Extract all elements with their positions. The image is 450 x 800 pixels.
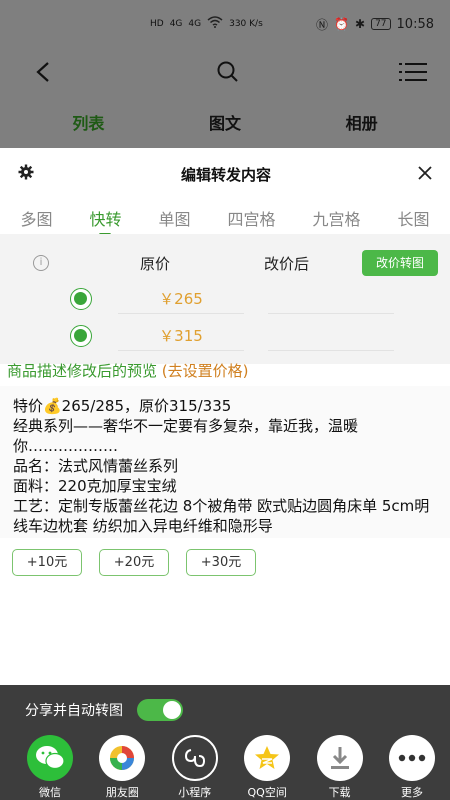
price-panel: i 原价 改价后 改价转图 ￥265 ￥315 bbox=[0, 234, 450, 364]
dimmed-background-app: HD 4G 4G 330 K/s Ⓝ ⏰ ✱ 77 10:58 列表 图文 相册 bbox=[0, 0, 450, 148]
share-more[interactable]: 更多 bbox=[382, 735, 442, 800]
share-label: 微信 bbox=[39, 786, 61, 799]
tab-list[interactable]: 列表 bbox=[72, 110, 104, 134]
description-line: 经典系列——奢华不一定要有多复杂，靠近我，温暖你……………… bbox=[13, 417, 359, 455]
share-moments[interactable]: 朋友圈 bbox=[92, 735, 152, 800]
share-targets: 微信 朋友圈 小程序 QQ空间 下载 更多 bbox=[0, 735, 450, 800]
signal-label-1: 4G bbox=[169, 19, 183, 29]
download-icon bbox=[316, 735, 363, 781]
convert-price-button[interactable]: 改价转图 bbox=[362, 250, 438, 276]
status-right: Ⓝ ⏰ ✱ 77 10:58 bbox=[316, 16, 434, 33]
tab-image-text[interactable]: 图文 bbox=[209, 110, 241, 134]
alarm-icon: ⏰ bbox=[334, 17, 350, 31]
tab-four-grid[interactable]: 四宫格 bbox=[227, 200, 275, 230]
add-price-buttons: +10元 +20元 +30元 bbox=[12, 549, 256, 576]
price-row-radio[interactable] bbox=[70, 325, 92, 347]
description-line: 工艺：定制专版蕾丝花边 8个被角带 欧式贴边圆角床单 5cm明线车边枕套 纺织加… bbox=[13, 497, 430, 535]
new-price-input[interactable] bbox=[268, 284, 394, 314]
share-bar: 分享并自动转图 微信 朋友圈 小程序 QQ空间 下载 更多 bbox=[0, 685, 450, 800]
wechat-icon bbox=[27, 735, 73, 781]
sheet-title: 编辑转发内容 bbox=[180, 165, 271, 184]
info-icon[interactable]: i bbox=[33, 255, 49, 271]
tab-multi-image[interactable]: 多图 bbox=[20, 200, 52, 230]
share-label: 小程序 bbox=[178, 786, 212, 799]
tab-album[interactable]: 相册 bbox=[346, 110, 378, 134]
close-icon[interactable] bbox=[418, 165, 432, 184]
edit-forward-sheet: 编辑转发内容 多图 快转 单图 四宫格 九宫格 长图 i 原价 改价后 改价转图… bbox=[0, 148, 450, 685]
more-icon bbox=[388, 735, 435, 781]
description-line: 品名：法式风情蕾丝系列 bbox=[13, 457, 179, 475]
description-line: 特价💰265/285，原价315/335 bbox=[13, 397, 232, 415]
back-arrow-icon[interactable] bbox=[28, 57, 58, 87]
status-left: HD 4G 4G 330 K/s bbox=[150, 16, 263, 32]
sheet-header: 编辑转发内容 bbox=[0, 148, 450, 200]
new-price-header: 改价后 bbox=[264, 255, 310, 273]
qzone-icon bbox=[244, 735, 291, 781]
tab-single-image[interactable]: 单图 bbox=[158, 200, 190, 230]
tab-nine-grid[interactable]: 九宫格 bbox=[312, 200, 360, 230]
net-speed: 330 K/s bbox=[229, 19, 263, 29]
share-label: 下载 bbox=[328, 786, 351, 799]
wifi-icon bbox=[207, 16, 223, 32]
search-icon[interactable] bbox=[213, 57, 243, 87]
auto-convert-row: 分享并自动转图 bbox=[25, 699, 183, 721]
miniprogram-icon bbox=[171, 735, 218, 781]
list-menu-icon[interactable] bbox=[398, 57, 428, 87]
share-qzone[interactable]: QQ空间 bbox=[237, 735, 297, 800]
settings-gear-icon[interactable] bbox=[18, 164, 34, 184]
share-miniprogram[interactable]: 小程序 bbox=[165, 735, 225, 800]
share-wechat[interactable]: 微信 bbox=[20, 735, 80, 800]
preview-line: 商品描述修改后的预览 (去设置价格) bbox=[7, 360, 249, 381]
original-price-header: 原价 bbox=[140, 255, 171, 273]
share-label: 朋友圈 bbox=[105, 786, 139, 799]
status-bar: HD 4G 4G 330 K/s Ⓝ ⏰ ✱ 77 10:58 bbox=[0, 0, 450, 48]
original-price-value: ￥315 bbox=[118, 321, 244, 351]
bluetooth-icon: ✱ bbox=[355, 17, 366, 31]
price-row: ￥265 bbox=[0, 284, 450, 314]
set-price-link[interactable]: (去设置价格) bbox=[162, 362, 249, 380]
share-label: QQ空间 bbox=[247, 786, 287, 799]
tab-long-image[interactable]: 长图 bbox=[397, 200, 429, 230]
add-20-button[interactable]: +20元 bbox=[99, 549, 169, 576]
original-price-value: ￥265 bbox=[118, 284, 244, 314]
signal-label-2: 4G bbox=[188, 19, 202, 29]
battery-icon: 77 bbox=[371, 18, 391, 30]
add-10-button[interactable]: +10元 bbox=[12, 549, 82, 576]
price-row-radio[interactable] bbox=[70, 288, 92, 310]
share-label: 更多 bbox=[400, 786, 423, 799]
background-tabs: 列表 图文 相册 bbox=[0, 96, 450, 148]
price-row: ￥315 bbox=[0, 321, 450, 351]
price-header: i 原价 改价后 改价转图 bbox=[0, 250, 450, 276]
description-preview[interactable]: 特价💰265/285，原价315/335 经典系列——奢华不一定要有多复杂，靠近… bbox=[0, 386, 450, 538]
description-line: 面料：220克加厚宝宝绒 bbox=[13, 477, 177, 495]
mode-tabs: 多图 快转 单图 四宫格 九宫格 长图 bbox=[0, 200, 450, 236]
share-download[interactable]: 下载 bbox=[310, 735, 370, 800]
add-30-button[interactable]: +30元 bbox=[186, 549, 256, 576]
auto-convert-toggle[interactable] bbox=[137, 699, 183, 721]
nfc-icon: Ⓝ bbox=[316, 17, 329, 32]
sim-label-1: HD bbox=[150, 19, 164, 29]
clock: 10:58 bbox=[396, 16, 434, 32]
new-price-input[interactable] bbox=[268, 321, 394, 351]
preview-label: 商品描述修改后的预览 bbox=[7, 362, 158, 380]
auto-convert-label: 分享并自动转图 bbox=[25, 703, 123, 719]
background-nav-bar bbox=[0, 48, 450, 96]
tab-quick-forward[interactable]: 快转 bbox=[89, 200, 122, 236]
moments-icon bbox=[99, 735, 146, 781]
